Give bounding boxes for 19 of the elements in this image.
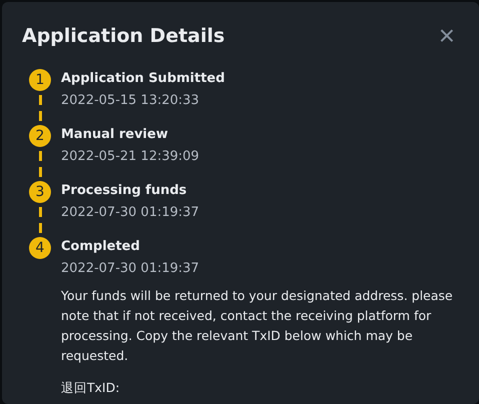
step-title: Completed — [61, 238, 141, 256]
txid-label: 退回TxID: — [61, 380, 121, 397]
dialog-title: Application Details — [22, 25, 225, 47]
step-number: 2 — [29, 125, 51, 147]
step-title: Application Submitted — [61, 70, 225, 88]
step-time: 2022-07-30 01:19:37 — [61, 260, 200, 278]
step-time: 2022-05-15 13:20:33 — [61, 92, 200, 110]
step-connector — [38, 151, 42, 177]
step-title: Processing funds — [61, 182, 188, 200]
step-connector — [38, 207, 42, 233]
step-description: Your funds will be returned to your designated address. please note that if not received, contact the receiving platform for processing. Copy the relevant TxID below which may be requested. — [61, 287, 454, 365]
close-button[interactable]: × — [438, 24, 455, 48]
step-connector — [38, 95, 42, 121]
step-time: 2022-05-21 12:39:09 — [61, 148, 200, 166]
step-number: 3 — [29, 181, 51, 203]
step-number: 4 — [29, 237, 51, 259]
step-title: Manual review — [61, 126, 169, 144]
step-time: 2022-07-30 01:19:37 — [61, 204, 200, 222]
step-number: 1 — [29, 69, 51, 91]
